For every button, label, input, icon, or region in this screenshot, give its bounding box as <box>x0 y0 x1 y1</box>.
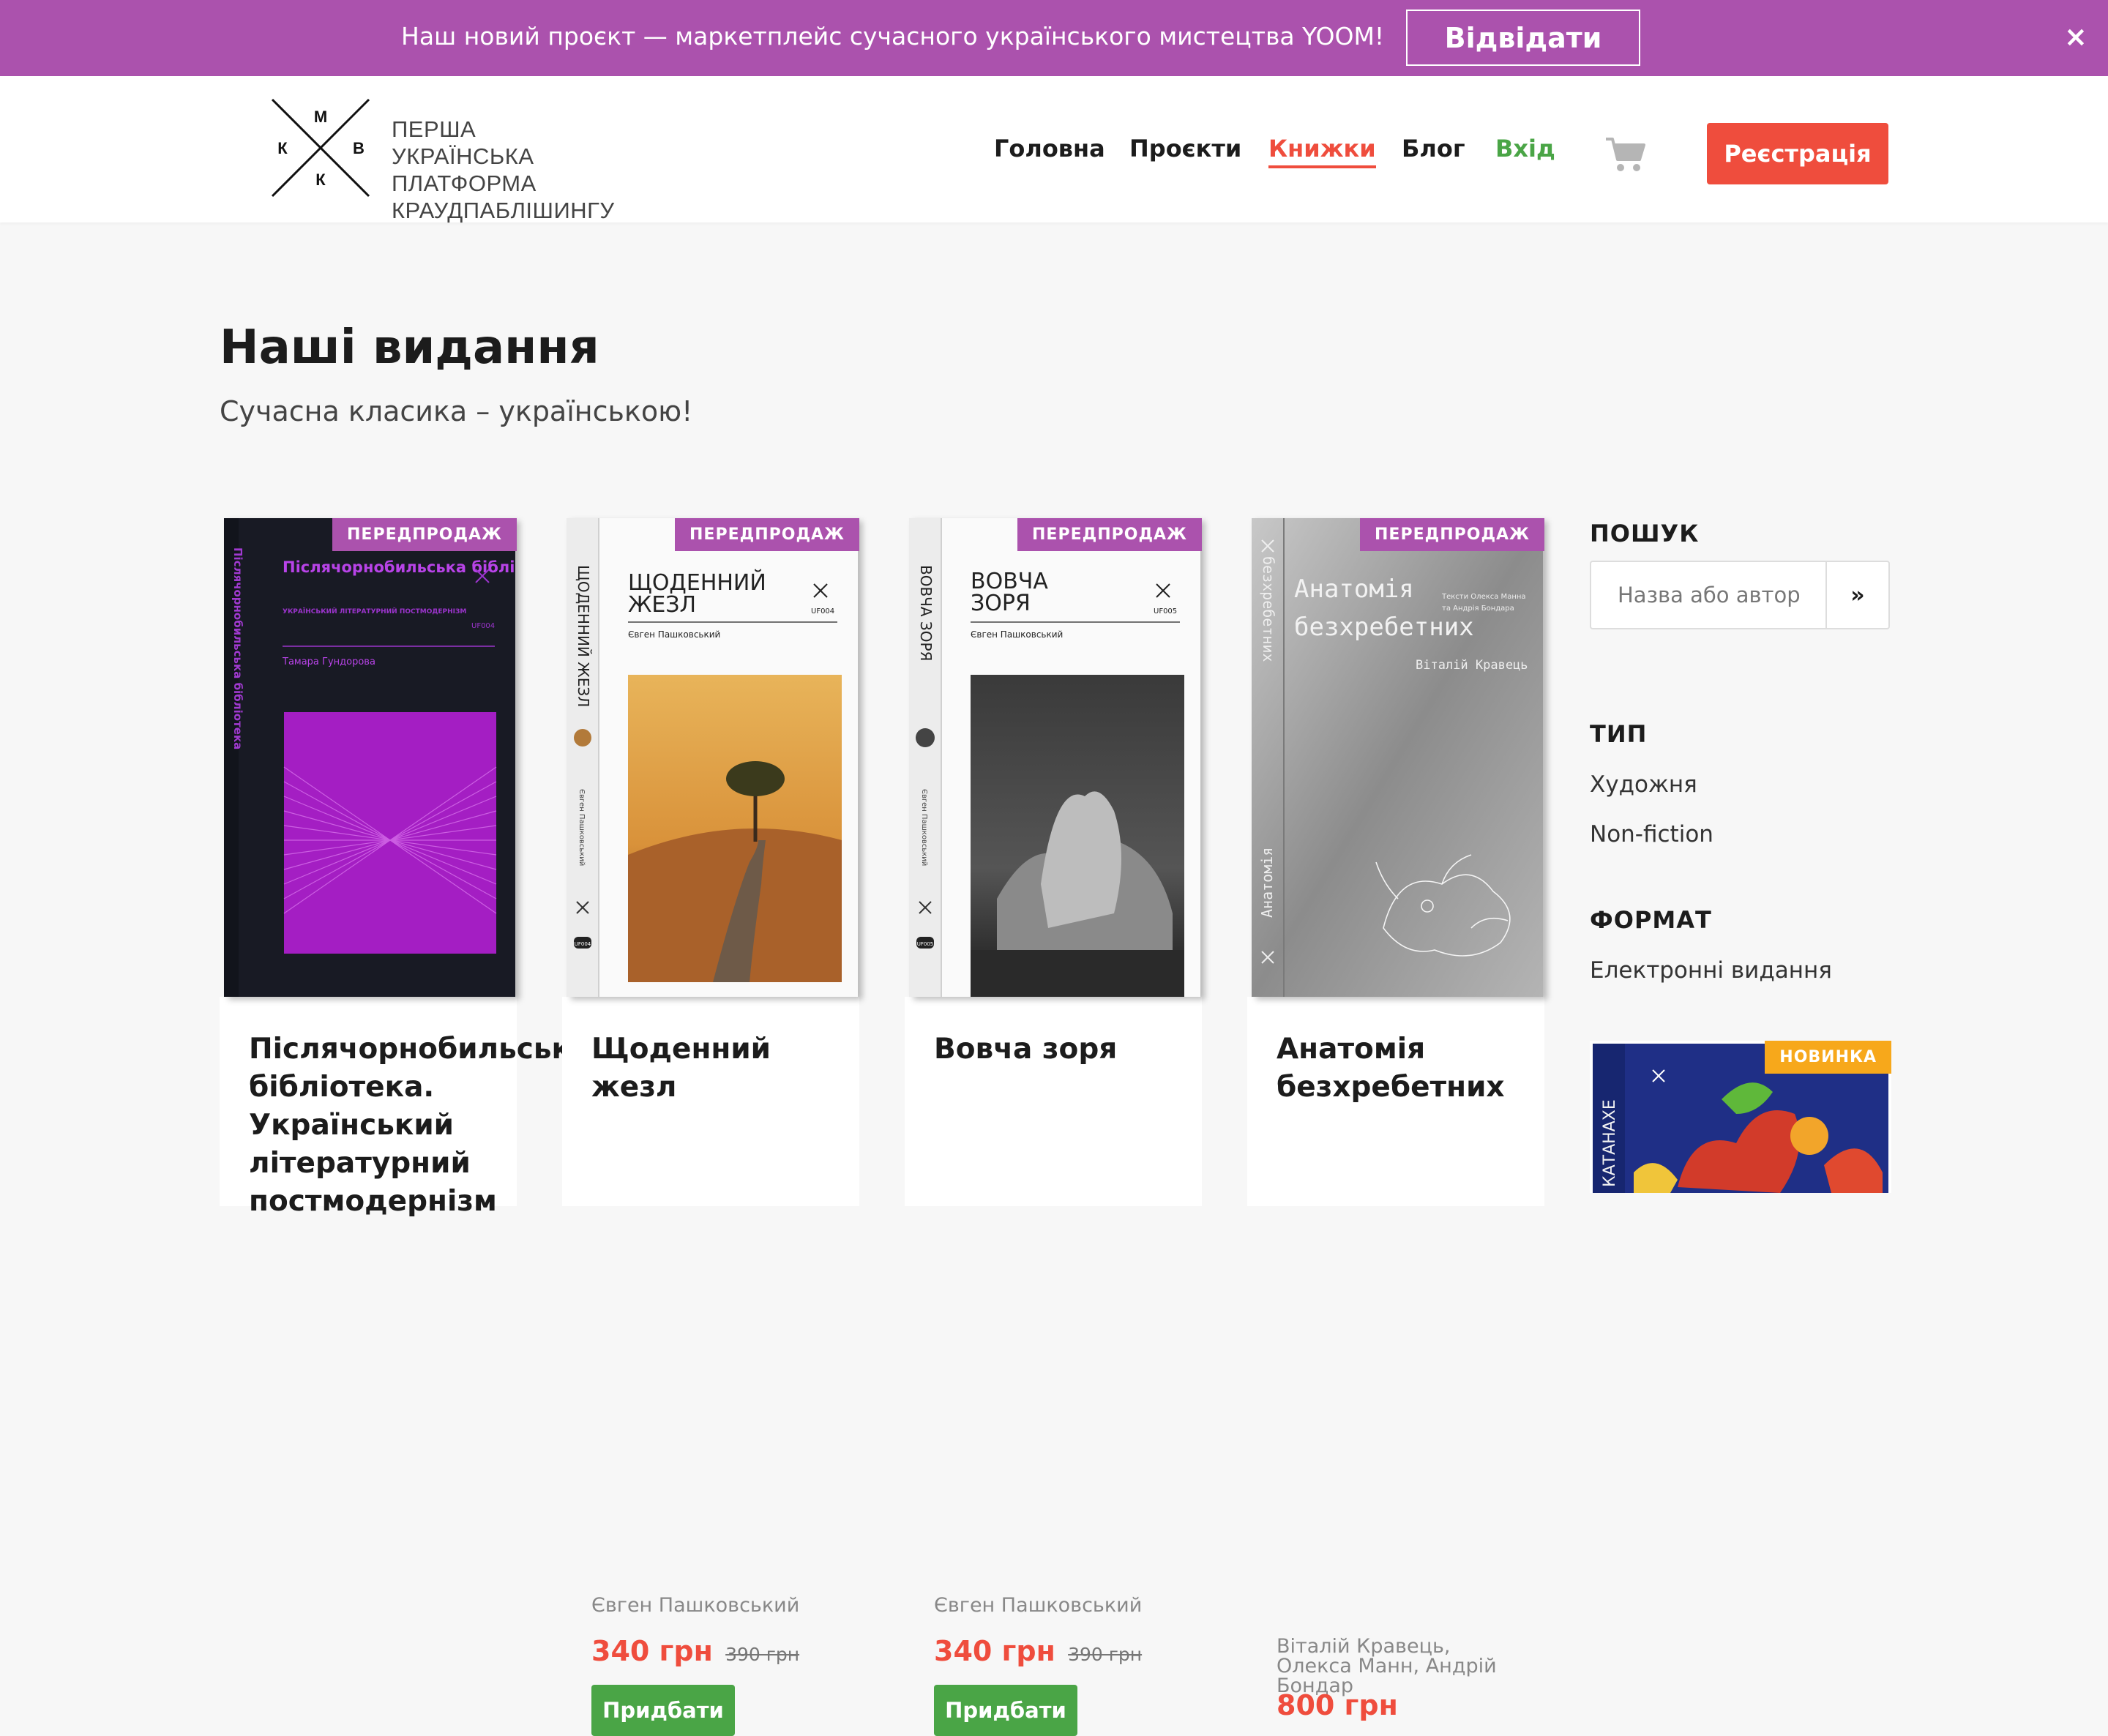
book-title[interactable]: Щоденний жезл <box>591 1030 833 1107</box>
cover-spine-text: Післячорнобильська бібліотека <box>231 547 244 749</box>
page-subtitle: Сучасна класика – українською! <box>220 395 693 427</box>
filter-ebooks[interactable]: Електронні видання <box>1590 957 1832 984</box>
cover-logo-icon <box>1156 583 1170 598</box>
search-submit-button[interactable]: » <box>1825 562 1888 628</box>
register-button[interactable]: Реєстрація <box>1707 123 1888 184</box>
book-card[interactable]: Післячорнобильська бібліотека Післячорно… <box>220 518 590 1218</box>
cover-image: Післячорнобильська бібліотека Післячорно… <box>224 518 515 997</box>
cover-author: Тамара Гундорова <box>282 656 375 667</box>
featured-book[interactable]: КАТАНАХЕ НОВИНКА <box>1590 1041 1891 1193</box>
cover-subtitle: УКРАЇНСЬКИЙ ЛІТЕРАТУРНИЙ ПОСТМОДЕРНІЗМ <box>283 607 466 616</box>
buy-button[interactable]: Придбати <box>934 1685 1077 1736</box>
cover-spine-code: UF004 <box>575 941 591 947</box>
logo-line: ПЛАТФОРМА <box>392 171 537 196</box>
cover-spine-code: UF005 <box>917 941 934 947</box>
cover-author: Євген Пашковський <box>971 629 1063 640</box>
search-input[interactable] <box>1593 564 1824 626</box>
book-card[interactable]: безхребетних Анатомія Анатомія безхребет… <box>1247 518 1544 1721</box>
featured-spine-text: КАТАНАХЕ <box>1601 1099 1619 1187</box>
logo-line: КРАУДПАБЛІШИНГУ <box>392 198 615 223</box>
book-cover[interactable]: безхребетних Анатомія Анатомія безхребет… <box>1247 518 1544 997</box>
cover-spine-author: Євген Пашковський <box>920 789 928 866</box>
book-cover[interactable]: ЩОДЕННИЙ ЖЕЗЛ Євген Пашковський UF004 ЩО… <box>562 518 859 997</box>
book-title[interactable]: Анатомія безхребетних <box>1277 1030 1518 1107</box>
logo-wordmark: ПЕРША УКРАЇНСЬКА ПЛАТФОРМА КРАУДПАБЛІШИН… <box>392 116 615 224</box>
cover-title-line2: ЗОРЯ <box>971 591 1031 616</box>
cover-art: Післячорнобильська бібліотека Післячорно… <box>224 518 515 997</box>
presale-badge: ПЕРЕДПРОДАЖ <box>1017 518 1202 551</box>
cover-code: UF005 <box>1154 607 1177 616</box>
promo-banner: Наш новий проєкт — маркетплейс сучасного… <box>0 0 2108 76</box>
cover-spine-text: ЩОДЕННИЙ ЖЕЗЛ <box>575 565 592 707</box>
cover-logo-icon <box>813 583 828 598</box>
site-header: М К В К ПЕРША УКРАЇНСЬКА ПЛАТФОРМА КРАУД… <box>0 76 2108 224</box>
logo-letter-top: М <box>314 108 327 126</box>
nav-books[interactable]: Книжки <box>1268 135 1376 168</box>
nav-blog[interactable]: Блог <box>1402 135 1465 162</box>
nav-projects[interactable]: Проєкти <box>1129 135 1241 162</box>
cover-code: UF004 <box>471 622 495 630</box>
cover-spine-text: безхребетних <box>1260 556 1277 662</box>
cover-author: Віталій Кравець <box>1416 658 1528 673</box>
filter-fiction[interactable]: Художня <box>1590 771 1697 798</box>
format-heading: ФОРМАТ <box>1590 906 1712 934</box>
type-heading: ТИП <box>1590 720 1648 748</box>
book-card[interactable]: ЩОДЕННИЙ ЖЕЗЛ Євген Пашковський UF004 ЩО… <box>562 518 859 1736</box>
book-price: 800 грн <box>1277 1689 1398 1721</box>
logo-line: УКРАЇНСЬКА <box>392 143 534 169</box>
book-cover[interactable]: ВОВЧА ЗОРЯ Євген Пашковський UF005 ВОВЧА… <box>905 518 1202 997</box>
book-title[interactable]: Вовча зоря <box>934 1030 1176 1069</box>
book-author: Євген Пашковський <box>591 1594 800 1617</box>
book-card[interactable]: ВОВЧА ЗОРЯ Євген Пашковський UF005 ВОВЧА… <box>905 518 1202 1736</box>
presale-badge: ПЕРЕДПРОДАЖ <box>675 518 859 551</box>
new-badge: НОВИНКА <box>1765 1041 1891 1074</box>
logo-line: ПЕРША <box>392 116 476 142</box>
filter-nonfiction[interactable]: Non-fiction <box>1590 821 1713 848</box>
current-price: 800 грн <box>1277 1689 1398 1721</box>
cover-spine-bottom: Анатомія <box>1258 848 1276 918</box>
cover-spine-text: ВОВЧА ЗОРЯ <box>917 565 935 661</box>
book-price: 340 грн 390 грн <box>591 1635 799 1667</box>
cover-title-line2: ЖЕЗЛ <box>628 592 696 618</box>
logo-letter-bottom: К <box>315 171 326 189</box>
nav-login[interactable]: Вхід <box>1495 135 1555 162</box>
presale-badge: ПЕРЕДПРОДАЖ <box>1360 518 1544 551</box>
old-price: 390 грн <box>725 1644 800 1665</box>
promo-text: Наш новий проєкт — маркетплейс сучасного… <box>401 22 1385 50</box>
cover-spine-author: Євген Пашковський <box>578 789 586 866</box>
old-price: 390 грн <box>1068 1644 1143 1665</box>
cover-image: безхребетних Анатомія Анатомія безхребет… <box>1252 518 1543 997</box>
cover-image: ЩОДЕННИЙ ЖЕЗЛ Євген Пашковський UF004 ЩО… <box>567 518 858 997</box>
close-icon[interactable]: × <box>2064 20 2088 53</box>
search-heading: ПОШУК <box>1590 520 1700 547</box>
cover-title-line2: безхребетних <box>1294 613 1474 642</box>
search-form: » <box>1590 561 1890 629</box>
buy-button[interactable]: Придбати <box>591 1685 735 1736</box>
book-cover[interactable]: Післячорнобильська бібліотека Післячорно… <box>220 518 517 997</box>
book-title[interactable]: Післячорнобильська бібліотека. Українськ… <box>249 1030 590 1221</box>
logo-mark: М К В К <box>271 98 370 198</box>
book-author: Віталій Кравець, Олекса Манн, Андрій Бон… <box>1277 1635 1497 1697</box>
cart-icon[interactable] <box>1604 136 1645 173</box>
visit-button[interactable]: Відвідати <box>1406 10 1640 66</box>
current-price: 340 грн <box>591 1635 713 1667</box>
logo-letter-right: В <box>353 139 365 157</box>
cover-art: ВОВЧА ЗОРЯ Євген Пашковський UF005 ВОВЧА… <box>909 518 1184 997</box>
cover-code: UF004 <box>811 607 834 616</box>
cover-art: безхребетних Анатомія Анатомія безхребет… <box>1252 518 1543 997</box>
cover-author: Євген Пашковський <box>628 629 720 640</box>
book-author: Євген Пашковський <box>934 1594 1143 1617</box>
book-price: 340 грн 390 грн <box>934 1635 1142 1667</box>
logo-letter-left: К <box>277 139 288 157</box>
presale-badge: ПЕРЕДПРОДАЖ <box>332 518 517 551</box>
page-title: Наші видання <box>220 321 599 375</box>
cover-note-line1: Тексти Олекса Манна <box>1441 593 1526 601</box>
nav-home[interactable]: Головна <box>994 135 1105 162</box>
cover-art: ЩОДЕННИЙ ЖЕЗЛ Євген Пашковський UF004 ЩО… <box>567 518 842 997</box>
current-price: 340 грн <box>934 1635 1055 1667</box>
cover-image: ВОВЧА ЗОРЯ Євген Пашковський UF005 ВОВЧА… <box>909 518 1200 997</box>
cover-note-line2: та Андрія Бондара <box>1442 604 1514 613</box>
cover-title-line1: Анатомія <box>1294 575 1414 604</box>
